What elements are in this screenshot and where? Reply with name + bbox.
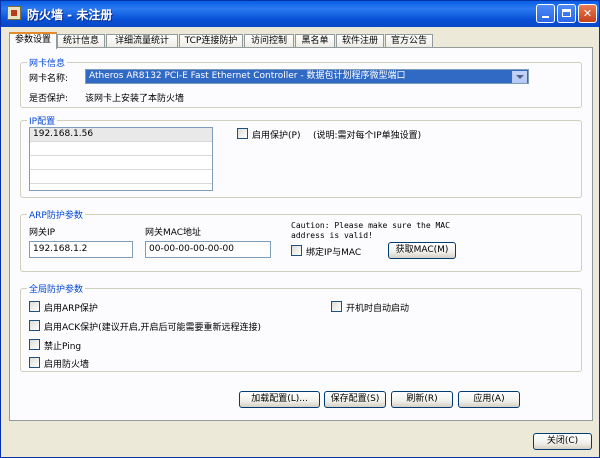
minimize-icon <box>542 16 549 18</box>
minimize-button[interactable] <box>536 4 555 23</box>
enable-firewall-checkbox[interactable] <box>29 357 40 368</box>
arp-group-title: ARP防护参数 <box>27 208 85 221</box>
ip-config-group: IP配置 192.168.1.56 启用保护(P) (说明:需对每个IP单独设置… <box>20 114 582 198</box>
maximize-icon <box>562 9 571 17</box>
tab-access-control[interactable]: 访问控制 <box>244 34 294 48</box>
enable-arp-label: 启用ARP保护 <box>44 304 98 314</box>
ip-note: (说明:需对每个IP单独设置) <box>313 131 422 141</box>
nic-select[interactable]: Atheros AR8132 PCI-E Fast Ethernet Contr… <box>85 69 529 84</box>
save-config-button[interactable]: 保存配置(S) <box>324 391 386 408</box>
global-group-title: 全局防护参数 <box>27 282 86 295</box>
disable-ping-checkbox[interactable] <box>29 339 40 350</box>
enable-ack-checkbox[interactable] <box>29 320 40 331</box>
nic-group-title: 网卡信息 <box>27 56 68 69</box>
close-button[interactable]: 关闭(C) <box>533 433 592 450</box>
tab-announcement[interactable]: 官方公告 <box>385 34 433 48</box>
enable-firewall-label: 启用防火墙 <box>44 360 90 370</box>
enable-protect-label: 启用保护(P) <box>252 131 301 141</box>
nic-info-group: 网卡信息 网卡名称: Atheros AR8132 PCI-E Fast Eth… <box>20 56 582 108</box>
ip-listbox[interactable]: 192.168.1.56 <box>29 127 213 191</box>
get-mac-button[interactable]: 获取MAC(M) <box>388 242 456 259</box>
bind-ip-mac-label: 绑定IP与MAC <box>306 248 362 258</box>
window-title: 防火墙 - 未注册 <box>27 8 113 22</box>
dropdown-arrow-icon[interactable] <box>512 71 527 83</box>
ip-list-item[interactable] <box>30 156 212 170</box>
disable-ping-label: 禁止Ping <box>44 342 82 352</box>
tab-traffic-stats[interactable]: 详细流量统计 <box>106 34 178 48</box>
caution-line-1: Caution: Please make sure the MAC <box>291 221 450 230</box>
tab-registration[interactable]: 软件注册 <box>336 34 384 48</box>
enable-arp-checkbox[interactable] <box>29 301 40 312</box>
ip-list-item[interactable]: 192.168.1.56 <box>30 128 212 142</box>
ip-list-item[interactable] <box>30 184 212 190</box>
gateway-mac-input[interactable]: 00-00-00-00-00-00 <box>145 241 271 258</box>
maximize-button[interactable] <box>557 4 576 23</box>
tab-stats[interactable]: 统计信息 <box>57 34 105 48</box>
tab-tcp-protection[interactable]: TCP连接防护 <box>179 34 243 48</box>
ip-group-title: IP配置 <box>27 114 58 127</box>
tab-blacklist[interactable]: 黑名单 <box>295 34 335 48</box>
gateway-mac-label: 网关MAC地址 <box>145 228 202 238</box>
params-panel: 网卡信息 网卡名称: Atheros AR8132 PCI-E Fast Eth… <box>9 47 593 421</box>
protected-value: 该网卡上安装了本防火墙 <box>85 94 185 104</box>
caution-line-2: address is valid! <box>291 231 373 240</box>
nic-name-label: 网卡名称: <box>29 74 69 84</box>
tab-params[interactable]: 参数设置 <box>9 32 57 49</box>
apply-button[interactable]: 应用(A) <box>458 391 520 408</box>
protected-label: 是否保护: <box>29 94 69 104</box>
title-bar: 防火墙 - 未注册 ✕ <box>1 1 599 27</box>
gateway-ip-label: 网关IP <box>29 228 56 238</box>
nic-select-value: Atheros AR8132 PCI-E Fast Ethernet Contr… <box>89 71 406 81</box>
global-group: 全局防护参数 启用ARP保护 开机时自动启动 启用ACK保护(建议开启,开启后可… <box>20 282 582 372</box>
firewall-window: 防火墙 - 未注册 ✕ 参数设置 统计信息 详细流量统计 TCP连接防护 访问控… <box>0 0 600 458</box>
close-window-button[interactable]: ✕ <box>578 4 597 23</box>
enable-ack-label: 启用ACK保护(建议开启,开启后可能需要重新远程连接) <box>44 323 262 333</box>
load-config-button[interactable]: 加载配置(L)... <box>239 391 320 408</box>
autostart-label: 开机时自动启动 <box>346 304 410 314</box>
app-icon <box>7 6 21 20</box>
refresh-button[interactable]: 刷新(R) <box>391 391 453 408</box>
autostart-checkbox[interactable] <box>331 301 342 312</box>
arp-group: ARP防护参数 网关IP 192.168.1.2 网关MAC地址 00-00-0… <box>20 208 582 272</box>
bind-ip-mac-checkbox[interactable] <box>291 245 302 256</box>
ip-list-item[interactable] <box>30 142 212 156</box>
close-icon: ✕ <box>582 7 593 20</box>
ip-list-item[interactable] <box>30 170 212 184</box>
gateway-ip-input[interactable]: 192.168.1.2 <box>29 241 133 258</box>
enable-protect-checkbox[interactable] <box>237 128 248 139</box>
